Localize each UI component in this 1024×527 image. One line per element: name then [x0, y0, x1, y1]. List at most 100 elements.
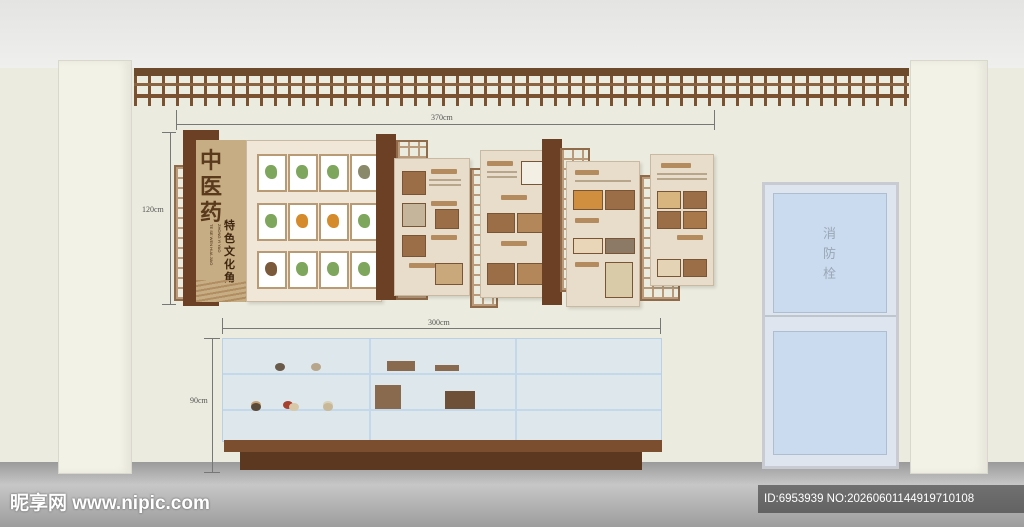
panel-photo	[435, 263, 463, 285]
panel-heading-tag	[575, 170, 599, 175]
panel-photo	[402, 203, 426, 227]
book-row	[375, 385, 401, 409]
cabinet-height-dimension-line	[212, 338, 213, 472]
herb-card	[257, 251, 287, 289]
glass-display-cabinet	[222, 338, 662, 442]
info-panel-4	[650, 154, 714, 286]
cabinet-divider	[369, 339, 371, 441]
panel-heading-tag	[487, 161, 513, 166]
text-line	[429, 179, 461, 181]
cabinet-width-label: 300cm	[428, 318, 450, 327]
divider-post-1	[376, 134, 396, 300]
text-line	[429, 184, 461, 186]
panel-heading-tag	[661, 163, 691, 168]
info-panel-1	[394, 158, 470, 296]
text-line	[487, 176, 517, 178]
cabinet-divider	[515, 339, 517, 441]
panel-photo	[517, 213, 545, 233]
lattice-mid-rail	[134, 83, 909, 86]
site-watermark: 昵享网 www.nipic.com	[10, 493, 210, 514]
herb-jar	[251, 403, 261, 411]
herb-card	[257, 203, 287, 241]
panel-heading-tag	[431, 201, 457, 206]
width-dimension-tick-left	[176, 110, 177, 130]
book-stack	[435, 365, 459, 371]
text-line	[657, 173, 707, 175]
panel-heading-tag	[501, 241, 527, 246]
herb-jar	[323, 403, 333, 411]
cabinet-height-tick-bottom	[204, 472, 220, 473]
cabinet-plinth	[240, 452, 642, 470]
lattice-top-rail	[134, 68, 909, 76]
height-dimension-tick-top	[162, 132, 176, 133]
book-stack	[445, 391, 475, 409]
panel-photo	[573, 190, 603, 210]
cabinet-height-tick-top	[204, 338, 220, 339]
herb-card	[288, 203, 318, 241]
text-line	[487, 171, 517, 173]
panel-photo	[573, 238, 603, 254]
door-rail	[765, 315, 896, 317]
panel-heading-tag	[575, 218, 599, 223]
cabinet-width-dimension-line	[222, 328, 660, 329]
panel-photo	[402, 171, 426, 195]
cabinet-width-tick-right	[660, 318, 661, 334]
herb-jar	[311, 363, 321, 371]
panel-photo	[605, 238, 635, 254]
door-lower-glass	[773, 331, 887, 455]
info-panel-3	[566, 161, 640, 307]
main-title: 中医药	[200, 148, 223, 226]
door-label: 消防栓	[823, 227, 837, 282]
panel-photo	[657, 211, 681, 229]
text-line	[575, 180, 631, 182]
panel-photo	[487, 213, 515, 233]
height-dimension-line	[170, 132, 171, 304]
herb-grid-panel	[246, 140, 382, 302]
panel-heading-tag	[677, 235, 703, 240]
ceiling	[0, 0, 1024, 68]
panel-photo	[683, 191, 707, 209]
right-pillar	[910, 60, 988, 474]
cabinet-base	[224, 440, 662, 452]
panel-photo	[402, 235, 426, 257]
cabinet-shelf	[223, 409, 661, 411]
main-title-board: 中医药 特色文化角 ZHONG YI YAO TE SE WEN HUA JIA…	[196, 140, 246, 302]
width-dimension-label: 370cm	[431, 113, 453, 122]
text-line	[657, 178, 707, 180]
panel-heading-tag	[575, 262, 599, 267]
pinyin-line-2: TE SE WEN HUA JIAO	[209, 224, 214, 266]
panel-heading-tag	[431, 235, 457, 240]
panel-photo	[487, 263, 515, 285]
panel-photo	[657, 259, 681, 277]
info-panel-2	[480, 150, 550, 298]
cabinet-width-tick-left	[222, 318, 223, 334]
height-dimension-tick-bottom	[162, 304, 176, 305]
herb-jar	[275, 363, 285, 371]
left-pillar	[58, 60, 132, 474]
herb-jar	[289, 403, 299, 411]
panel-heading-tag	[431, 169, 457, 174]
panel-photo	[517, 263, 545, 285]
herb-card	[319, 203, 349, 241]
fire-hydrant-door[interactable]: 消防栓	[762, 182, 899, 469]
divider-post-2	[542, 139, 562, 305]
mountain-wave-graphic	[196, 280, 246, 302]
herb-card	[319, 154, 349, 192]
panel-photo	[657, 191, 681, 209]
image-id-bar: ID:6953939 NO:20260601144919710108	[758, 485, 1024, 513]
panel-photo	[683, 211, 707, 229]
herb-card	[288, 251, 318, 289]
panel-photo	[435, 209, 459, 229]
width-dimension-line	[176, 124, 714, 125]
herb-card	[288, 154, 318, 192]
panel-photo	[605, 190, 635, 210]
book-stack	[387, 361, 415, 371]
herb-card	[319, 251, 349, 289]
height-dimension-label: 120cm	[142, 205, 164, 214]
panel-photo	[605, 262, 633, 298]
herb-card	[257, 154, 287, 192]
main-subtitle: 特色文化角	[224, 220, 235, 284]
panel-photo	[683, 259, 707, 277]
cabinet-height-label: 90cm	[190, 396, 208, 405]
panel-heading-tag	[409, 263, 435, 268]
